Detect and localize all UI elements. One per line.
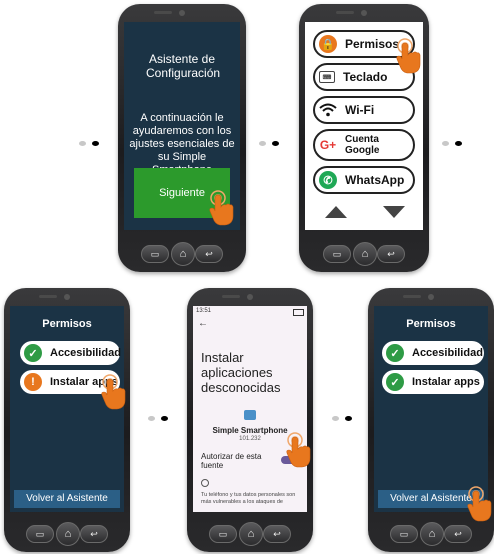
- step-dots: [148, 408, 174, 426]
- camera: [428, 294, 434, 300]
- permissions-title: Permisos: [42, 318, 92, 330]
- menu-item-wifi[interactable]: Wi-Fi: [313, 96, 415, 124]
- screen: 13:51 ← Instalar aplicaciones desconocid…: [193, 306, 307, 512]
- phone-settings-menu: 🔒 Permisos ⌨ Teclado Wi-Fi G+ Cuenta Goo…: [299, 4, 429, 272]
- page-heading: Instalar aplicaciones desconocidas: [201, 350, 281, 395]
- keyboard-icon: ⌨: [319, 71, 335, 83]
- touch-hand-icon: [283, 432, 313, 468]
- speaker: [39, 295, 57, 298]
- speaker: [403, 295, 421, 298]
- app-icon: [244, 410, 256, 420]
- check-icon: ✓: [24, 344, 42, 362]
- back-to-assistant-button[interactable]: Volver al Asistente: [14, 490, 120, 508]
- phone-install-unknown-apps: 13:51 ← Instalar aplicaciones desconocid…: [187, 288, 313, 552]
- permission-accesibilidad[interactable]: ✓ Accesibilidad: [20, 341, 121, 365]
- camera: [361, 10, 367, 16]
- google-plus-icon: G+: [319, 138, 337, 152]
- recent-apps-button[interactable]: ▭: [390, 525, 418, 543]
- permission-accesibilidad[interactable]: ✓ Accesibilidad: [382, 341, 484, 365]
- nav-bar: ▭ ⌂ ↩: [205, 522, 295, 546]
- recent-apps-button[interactable]: ▭: [141, 245, 169, 263]
- status-bar: 13:51: [196, 308, 304, 317]
- status-time: 13:51: [196, 308, 212, 314]
- speaker: [336, 11, 354, 14]
- back-button[interactable]: ↩: [263, 525, 291, 543]
- home-button[interactable]: ⌂: [239, 522, 263, 546]
- check-icon: ✓: [386, 344, 404, 362]
- assistant-title: Asistente de Configuración: [146, 52, 221, 80]
- phone-permissions-complete: Permisos ✓ Accesibilidad ✓ Instalar apps…: [368, 288, 494, 552]
- recent-apps-button[interactable]: ▭: [209, 525, 237, 543]
- touch-hand-icon: [464, 486, 494, 522]
- nav-bar: ▭ ⌂ ↩: [22, 522, 112, 546]
- back-button[interactable]: ↩: [444, 525, 472, 543]
- arrow-down-icon[interactable]: [383, 206, 405, 218]
- back-button[interactable]: ↩: [195, 245, 223, 263]
- permission-instalar-apps[interactable]: ✓ Instalar apps: [382, 370, 484, 394]
- phone-setup-assistant: Asistente de Configuración A continuació…: [118, 4, 246, 272]
- touch-hand-icon: [206, 190, 236, 226]
- permission-label: Accesibilidad: [412, 347, 483, 359]
- phone-permissions-pending: Permisos ✓ Accesibilidad ! Instalar apps…: [4, 288, 130, 552]
- wifi-icon: [319, 101, 337, 119]
- home-button[interactable]: ⌂: [420, 522, 444, 546]
- back-arrow-icon[interactable]: ←: [198, 318, 208, 329]
- step-dots: [79, 133, 105, 151]
- menu-item-label: Wi-Fi: [345, 103, 375, 117]
- recent-apps-button[interactable]: ▭: [323, 245, 351, 263]
- camera: [64, 294, 70, 300]
- camera: [179, 10, 185, 16]
- nav-bar: ▭ ⌂ ↩: [386, 522, 476, 546]
- back-button[interactable]: ↩: [80, 525, 108, 543]
- warning-text: Tu teléfono y tus datos personales son m…: [201, 492, 296, 505]
- step-dots: [332, 408, 358, 426]
- warning-icon: !: [24, 373, 42, 391]
- menu-item-label: Permisos: [345, 37, 400, 51]
- home-button[interactable]: ⌂: [353, 242, 377, 266]
- arrow-up-icon[interactable]: [325, 206, 347, 218]
- permissions-title: Permisos: [406, 318, 456, 330]
- speaker: [154, 11, 172, 14]
- whatsapp-icon: ✆: [319, 171, 337, 189]
- battery-icon: [293, 309, 304, 316]
- permission-label: Instalar apps: [412, 376, 480, 388]
- home-button[interactable]: ⌂: [56, 522, 80, 546]
- speaker: [222, 295, 240, 298]
- check-icon: ✓: [386, 373, 404, 391]
- home-button[interactable]: ⌂: [171, 242, 195, 266]
- nav-bar: ▭ ⌂ ↩: [137, 242, 227, 266]
- allow-source-label: Autorizar de esta fuente: [201, 452, 262, 470]
- screen: Permisos ✓ Accesibilidad ✓ Instalar apps…: [374, 306, 488, 512]
- menu-item-label: Teclado: [343, 70, 388, 84]
- recent-apps-button[interactable]: ▭: [26, 525, 54, 543]
- permission-label: Accesibilidad: [50, 347, 121, 359]
- menu-item-whatsapp[interactable]: ✆ WhatsApp: [313, 166, 415, 194]
- touch-hand-icon: [98, 374, 128, 410]
- step-dots: [442, 133, 468, 151]
- back-button[interactable]: ↩: [377, 245, 405, 263]
- info-icon: [201, 479, 209, 487]
- lock-icon: 🔒: [319, 35, 337, 53]
- touch-hand-icon: [393, 38, 423, 74]
- menu-item-label: WhatsApp: [345, 173, 405, 187]
- nav-bar: ▭ ⌂ ↩: [319, 242, 409, 266]
- menu-item-google[interactable]: G+ Cuenta Google: [313, 129, 415, 161]
- camera: [247, 294, 253, 300]
- step-dots: [259, 133, 285, 151]
- menu-item-label: Cuenta Google: [345, 134, 380, 156]
